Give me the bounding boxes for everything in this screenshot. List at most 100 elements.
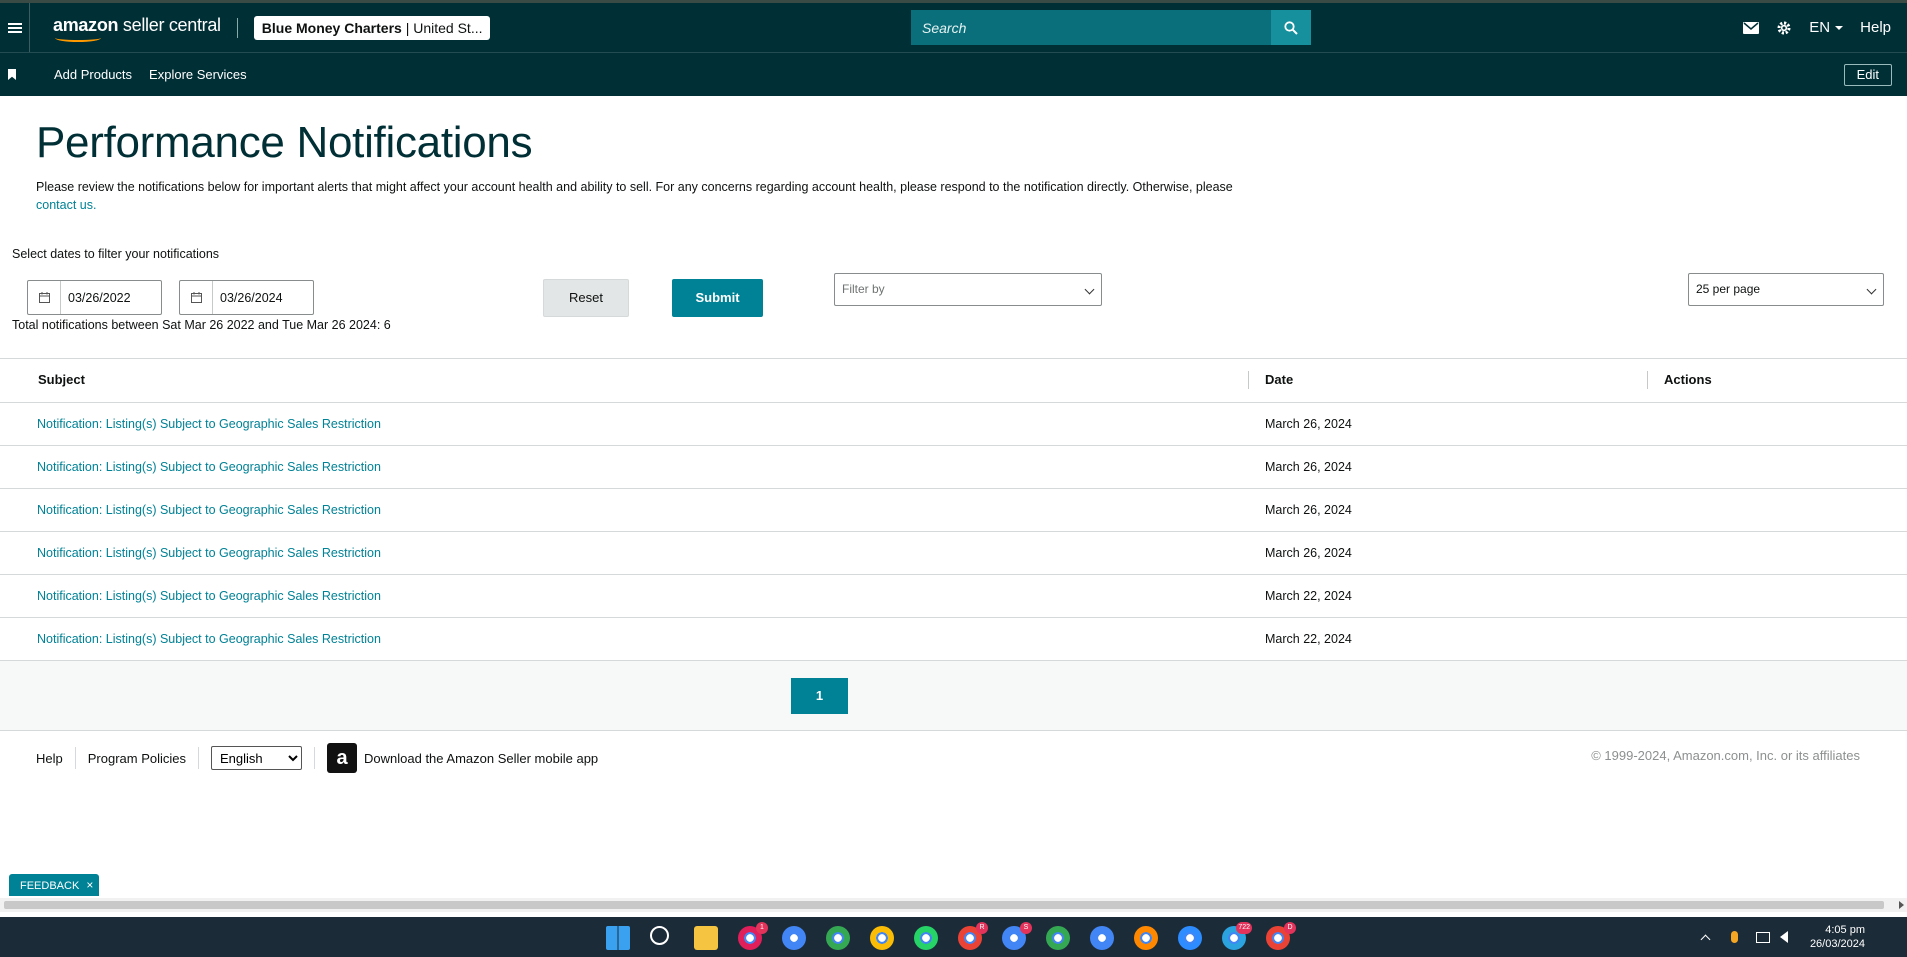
chevron-down-icon <box>1084 284 1095 295</box>
language-selector[interactable]: EN <box>1809 19 1844 36</box>
notification-subject-link[interactable]: Notification: Listing(s) Subject to Geog… <box>37 460 381 474</box>
filter-by-placeholder: Filter by <box>842 282 885 296</box>
help-link[interactable]: Help <box>1860 19 1891 36</box>
end-date-input[interactable] <box>213 290 313 305</box>
seller-central-logo[interactable]: amazon seller central <box>53 13 221 43</box>
logo-product: seller central <box>118 14 221 35</box>
scrollbar-thumb[interactable] <box>4 901 1884 909</box>
divider <box>314 747 316 769</box>
column-header-actions: Actions <box>1664 372 1712 387</box>
column-divider <box>1248 371 1249 389</box>
header-tools: EN Help <box>1743 3 1907 52</box>
add-products-link[interactable]: Add Products <box>54 67 132 82</box>
reset-button[interactable]: Reset <box>543 279 629 317</box>
divider <box>236 17 238 38</box>
notification-subject-link[interactable]: Notification: Listing(s) Subject to Geog… <box>37 503 381 517</box>
chrome-icon[interactable] <box>870 926 894 950</box>
submit-button[interactable]: Submit <box>672 279 763 317</box>
notification-subject-link[interactable]: Notification: Listing(s) Subject to Geog… <box>37 632 381 646</box>
table-row: Notification: Listing(s) Subject to Geog… <box>0 575 1907 618</box>
chrome-icon[interactable] <box>1046 926 1070 950</box>
notification-date: March 26, 2024 <box>1265 546 1352 560</box>
telegram-icon[interactable]: 722 <box>1222 922 1252 950</box>
chrome-icon[interactable]: D <box>1266 922 1296 950</box>
column-divider <box>1647 371 1648 389</box>
table-row: Notification: Listing(s) Subject to Geog… <box>0 489 1907 532</box>
explore-services-link[interactable]: Explore Services <box>149 67 247 82</box>
page-1-button[interactable]: 1 <box>791 678 848 714</box>
account-region: | United St... <box>401 19 483 36</box>
program-policies-link[interactable]: Program Policies <box>88 751 186 766</box>
page-intro: Please review the notifications below fo… <box>36 178 1266 214</box>
file-explorer-icon[interactable] <box>694 926 718 950</box>
contact-us-link[interactable]: contact us. <box>36 198 96 212</box>
per-page-dropdown[interactable]: 25 per page <box>1688 273 1884 306</box>
slack-icon[interactable]: 1 <box>738 922 768 950</box>
start-date-picker <box>27 280 162 315</box>
edit-bookmarks-button[interactable]: Edit <box>1843 64 1892 86</box>
notification-badge: S <box>1020 922 1032 934</box>
top-nav-bar: amazon seller central Blue Money Charter… <box>0 0 1907 52</box>
notification-subject-link[interactable]: Notification: Listing(s) Subject to Geog… <box>37 417 381 431</box>
calendar-icon[interactable] <box>28 281 61 314</box>
search-icon[interactable] <box>650 926 669 945</box>
clock[interactable]: 4:05 pm 26/03/2024 <box>1810 923 1865 951</box>
calendar-icon[interactable] <box>180 281 213 314</box>
notification-subject-link[interactable]: Notification: Listing(s) Subject to Geog… <box>37 589 381 603</box>
start-date-input[interactable] <box>61 290 161 305</box>
os-taskbar: 1 R S 722 D 4:05 pm 26/03/2024 <box>0 917 1907 957</box>
language-label: EN <box>1809 19 1831 36</box>
chevron-up-icon[interactable] <box>1700 934 1711 944</box>
footer-help-link[interactable]: Help <box>36 751 63 766</box>
notification-badge: 722 <box>1236 922 1252 934</box>
chrome-icon[interactable]: R <box>958 922 988 950</box>
close-icon[interactable]: × <box>86 878 93 892</box>
column-header-date[interactable]: Date <box>1265 372 1293 387</box>
gear-icon <box>1777 21 1791 34</box>
ringcentral-icon[interactable] <box>1134 926 1158 950</box>
zoom-icon[interactable] <box>1178 926 1202 950</box>
whatsapp-icon[interactable] <box>914 926 938 950</box>
end-date-picker <box>179 280 314 315</box>
pagination: 1 <box>0 661 1907 731</box>
chrome-icon[interactable] <box>826 926 850 950</box>
download-app-link[interactable]: Download the Amazon Seller mobile app <box>364 751 598 766</box>
table-row: Notification: Listing(s) Subject to Geog… <box>0 446 1907 489</box>
filter-by-dropdown[interactable]: Filter by <box>834 273 1102 306</box>
notification-date: March 22, 2024 <box>1265 632 1352 646</box>
menu-icon[interactable] <box>0 3 30 52</box>
amazon-smile-icon <box>55 34 101 42</box>
bookmark-bar: Add Products Explore Services Edit <box>0 52 1907 96</box>
per-page-value: 25 per page <box>1696 282 1761 296</box>
account-switcher[interactable]: Blue Money Charters | United St... <box>253 15 491 40</box>
footer-language-select[interactable]: English <box>211 746 303 770</box>
intro-text: Please review the notifications below fo… <box>36 180 1233 194</box>
column-header-subject[interactable]: Subject <box>38 372 85 387</box>
network-icon[interactable] <box>1755 931 1770 943</box>
volume-icon[interactable] <box>1779 931 1788 943</box>
clock-date: 26/03/2024 <box>1809 938 1865 950</box>
chrome-icon[interactable] <box>782 926 806 950</box>
scroll-right-icon[interactable] <box>1899 901 1904 909</box>
clock-time: 4:05 pm <box>1825 924 1865 936</box>
settings-button[interactable] <box>1776 20 1792 36</box>
search-input[interactable] <box>911 10 1271 45</box>
notification-date: March 22, 2024 <box>1265 589 1352 603</box>
messages-button[interactable] <box>1743 21 1760 34</box>
amazon-app-icon[interactable]: a <box>327 743 358 773</box>
table-row: Notification: Listing(s) Subject to Geog… <box>0 618 1907 661</box>
windows-start-icon[interactable] <box>606 926 630 950</box>
copyright-text: © 1999-2024, Amazon.com, Inc. or its aff… <box>1591 748 1860 763</box>
bookmark-icon[interactable] <box>8 69 16 80</box>
feedback-button[interactable]: FEEDBACK × <box>9 874 100 896</box>
chrome-icon[interactable]: S <box>1002 922 1032 950</box>
microphone-icon[interactable] <box>1730 931 1738 943</box>
table-header: Subject Date Actions <box>0 359 1907 403</box>
notification-subject-link[interactable]: Notification: Listing(s) Subject to Geog… <box>37 546 381 560</box>
feedback-label: FEEDBACK <box>20 880 80 892</box>
horizontal-scrollbar[interactable] <box>0 898 1907 912</box>
notification-badge: D <box>1284 922 1296 934</box>
search-button[interactable] <box>1271 10 1311 45</box>
divider <box>198 747 200 769</box>
chrome-icon[interactable] <box>1090 926 1114 950</box>
